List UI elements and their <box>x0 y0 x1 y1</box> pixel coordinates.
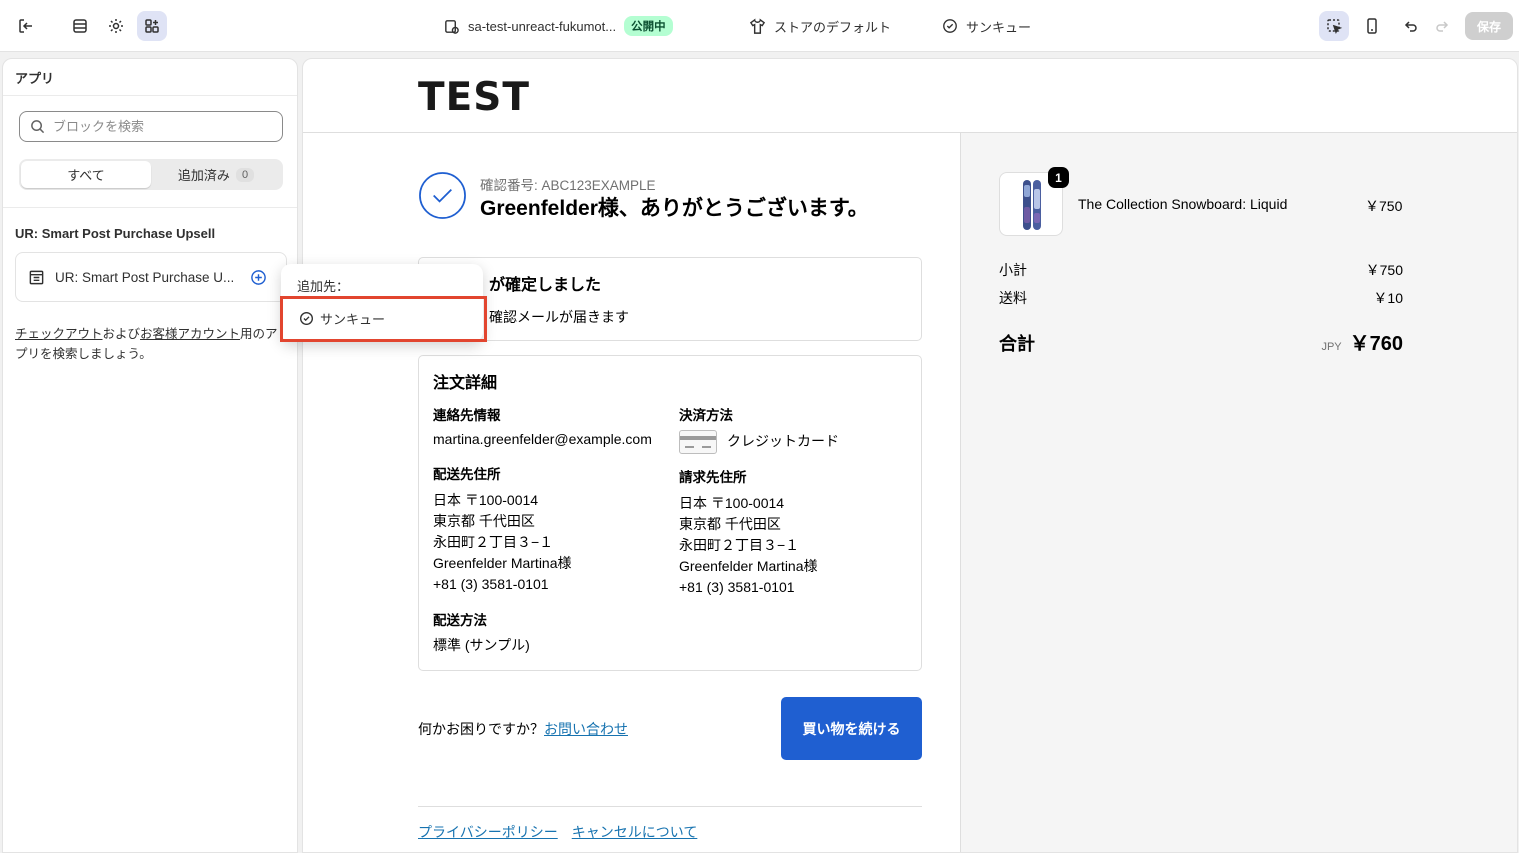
sections-icon[interactable] <box>65 11 95 41</box>
status-badge: 公開中 <box>624 16 673 36</box>
search-input[interactable] <box>53 119 273 134</box>
address-line: +81 (3) 3581-0101 <box>433 576 549 592</box>
check-circle-icon <box>419 172 466 219</box>
product-price: ￥750 <box>1365 198 1403 214</box>
page-preview: TEST 確認番号: ABC123EXAMPLE Greenfelder様、あり… <box>302 58 1518 853</box>
divider <box>3 207 297 208</box>
shipping-method-label: 配送方法 <box>433 613 487 628</box>
gear-icon[interactable] <box>101 11 131 41</box>
product-name: The Collection Snowboard: Liquid <box>1078 196 1288 212</box>
confirmation-number: 確認番号: ABC123EXAMPLE <box>480 178 656 193</box>
search-field[interactable] <box>19 111 283 142</box>
store-selector[interactable]: sa-test-unreact-fukumot... 公開中 <box>443 14 673 38</box>
address-line: 日本 〒100-0014 <box>433 492 539 508</box>
address-line: +81 (3) 3581-0101 <box>679 579 795 595</box>
order-summary-panel <box>960 133 1517 852</box>
shipping-label: 送料 <box>999 290 1027 306</box>
order-details-title: 注文詳細 <box>433 375 498 392</box>
preview-header: TEST <box>303 59 1517 133</box>
address-line: 東京都 千代田区 <box>679 516 781 532</box>
payment-label: 決済方法 <box>679 408 733 423</box>
app-block-label: UR: Smart Post Purchase U... <box>55 269 235 285</box>
shipping-row: 送料 ￥10 <box>999 288 1403 308</box>
shipping-method: 標準 (サンプル) <box>433 637 530 653</box>
subtotal-row: 小計 ￥750 <box>999 260 1403 280</box>
template-name: ストアのデフォルト <box>774 19 892 35</box>
block-icon <box>29 270 44 284</box>
checkout-link[interactable]: チェックアウト <box>15 327 103 341</box>
divider <box>418 806 922 807</box>
contact-value: martina.greenfelder@example.com <box>433 431 652 447</box>
address-line: 日本 〒100-0014 <box>679 495 785 511</box>
template-selector[interactable]: ストアのデフォルト <box>749 14 891 38</box>
page-selector[interactable]: サンキュー <box>942 14 1031 38</box>
store-icon <box>445 19 459 34</box>
save-button[interactable]: 保存 <box>1465 12 1513 40</box>
help-text: チェックアウトおよびお客様アカウント用のアプリを検索しましょう。 <box>15 324 285 364</box>
check-circle-icon <box>943 19 957 33</box>
total-label: 合計 <box>999 334 1035 354</box>
undo-icon[interactable] <box>1395 11 1425 41</box>
tab-added-label: 追加済み <box>177 168 230 183</box>
shipping-address-label: 配送先住所 <box>433 467 501 482</box>
exit-icon[interactable] <box>11 11 41 41</box>
redo-icon[interactable] <box>1428 11 1458 41</box>
added-count: 0 <box>235 167 255 182</box>
tab-all[interactable]: すべて <box>21 161 151 188</box>
continue-shopping-button[interactable]: 買い物を続ける <box>781 697 922 760</box>
store-logo[interactable]: TEST <box>418 75 530 120</box>
page-name: サンキュー <box>966 19 1032 35</box>
subtotal-value: ￥750 <box>1365 262 1403 278</box>
currency-code: JPY <box>1321 341 1342 353</box>
help-question: 何かお困りですか？ <box>418 721 544 737</box>
total-row: 合計 JPY ￥760 <box>999 327 1403 356</box>
tab-all-label: すべて <box>67 168 105 183</box>
cancellation-link[interactable]: キャンセルについて <box>572 822 698 842</box>
total-value: ￥760 <box>1349 333 1403 355</box>
contact-label: 連絡先情報 <box>433 408 501 423</box>
customer-account-link[interactable]: お客様アカウント <box>140 327 240 341</box>
quantity-badge: 1 <box>1048 167 1069 188</box>
top-bar: sa-test-unreact-fukumot... 公開中 ストアのデフォルト… <box>0 0 1519 52</box>
address-line: 東京都 千代田区 <box>433 513 535 529</box>
app-section-title: UR: Smart Post Purchase Upsell <box>15 226 216 241</box>
address-line: 永田町２丁目３−１ <box>679 537 800 553</box>
filter-tabs: すべて 追加済み 0 <box>19 159 283 190</box>
help-line: 何かお困りですか？お問い合わせ <box>418 719 628 739</box>
inspector-icon[interactable] <box>1319 11 1349 41</box>
add-circle-icon[interactable] <box>250 269 267 286</box>
billing-address: 日本 〒100-0014 東京都 千代田区 永田町２丁目３−１ Greenfel… <box>679 493 818 598</box>
help-text-part: および <box>102 327 141 341</box>
popover-title: 追加先： <box>297 279 350 294</box>
privacy-policy-link[interactable]: プライバシーポリシー <box>418 822 558 842</box>
shipping-value: ￥10 <box>1373 290 1403 306</box>
highlight-box <box>280 296 487 342</box>
order-confirmed-box <box>418 257 922 341</box>
store-name: sa-test-unreact-fukumot... <box>468 18 617 34</box>
order-confirmed-title: が確定しました <box>489 277 602 294</box>
sidebar-title: アプリ <box>15 71 55 86</box>
shirt-icon <box>749 17 766 34</box>
address-line: Greenfelder Martina様 <box>433 555 572 571</box>
divider <box>3 95 297 96</box>
apps-icon[interactable] <box>137 11 167 41</box>
mobile-icon[interactable] <box>1357 11 1387 41</box>
address-line: Greenfelder Martina様 <box>679 558 818 574</box>
contact-link[interactable]: お問い合わせ <box>544 721 628 737</box>
subtotal-label: 小計 <box>999 262 1027 278</box>
order-confirmed-sub: 確認メールが届きます <box>489 309 629 325</box>
search-icon <box>31 120 45 134</box>
billing-address-label: 請求先住所 <box>679 470 747 485</box>
credit-card-icon <box>679 430 717 454</box>
shipping-address: 日本 〒100-0014 東京都 千代田区 永田町２丁目３−１ Greenfel… <box>433 490 572 595</box>
tab-added[interactable]: 追加済み 0 <box>151 161 281 188</box>
app-block-item[interactable]: UR: Smart Post Purchase U... <box>15 252 287 302</box>
address-line: 永田町２丁目３−１ <box>433 534 554 550</box>
footer-links: プライバシーポリシー キャンセルについて <box>418 822 697 842</box>
thanks-heading: Greenfelder様、ありがとうございます。 <box>480 197 869 220</box>
apps-sidebar: アプリ すべて 追加済み 0 UR: Smart Post Purchase Up… <box>2 58 298 853</box>
payment-value: クレジットカード <box>727 433 839 449</box>
